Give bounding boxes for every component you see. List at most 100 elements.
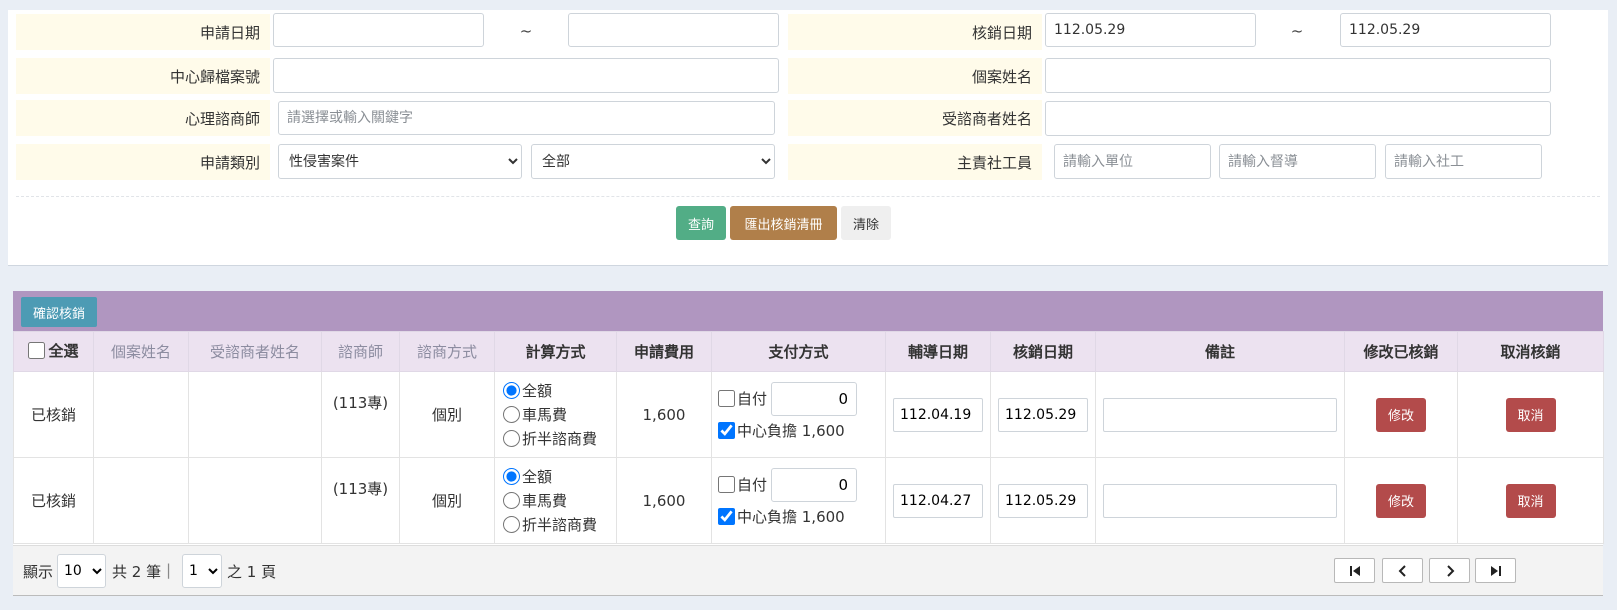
writeoff-table: 全選 個案姓名 受諮商者姓名 諮商師 諮商方式 計算方式 申請費用 支付方式 輔… xyxy=(13,331,1604,544)
export-writeoff-button[interactable]: 匯出核銷清冊 xyxy=(730,206,837,240)
calc-option-half[interactable]: 折半諮商費 xyxy=(503,427,616,451)
center-pay-checkbox[interactable] xyxy=(718,508,735,525)
calc-radio-full[interactable] xyxy=(503,468,520,485)
page-number-select[interactable]: 1 xyxy=(182,554,222,588)
writeoff-date-label: 核銷日期 xyxy=(788,14,1042,50)
counsel-date-input[interactable] xyxy=(893,483,983,518)
case-name-input[interactable] xyxy=(1045,58,1551,93)
self-pay-label: 自付 xyxy=(737,390,768,408)
supervisor-input[interactable] xyxy=(1219,144,1376,179)
select-all-checkbox-label[interactable]: 全選 xyxy=(28,340,79,361)
center-pay-label: 中心負擔 1,600 xyxy=(737,508,845,526)
calc-radio-full[interactable] xyxy=(503,382,520,399)
result-toolbar: 確認核銷 xyxy=(13,291,1603,331)
client-name-input[interactable] xyxy=(1045,101,1551,136)
select-all-checkbox[interactable] xyxy=(28,342,46,359)
col-counselor: 諮商師 xyxy=(321,331,400,372)
chevron-left-icon xyxy=(1398,564,1406,577)
col-cancel: 取消核銷 xyxy=(1457,331,1604,372)
row-fee: 1,600 xyxy=(616,457,712,544)
row-counsel-date-cell xyxy=(885,457,991,544)
page-size-select[interactable]: 10 xyxy=(57,554,106,588)
calc-radio-travel[interactable] xyxy=(503,406,520,423)
select-all-text: 全選 xyxy=(48,342,79,360)
self-pay-checkbox[interactable] xyxy=(718,390,735,407)
calc-radio-travel[interactable] xyxy=(503,492,520,509)
col-calc: 計算方式 xyxy=(494,331,617,372)
counsel-date-input[interactable] xyxy=(893,397,983,432)
next-page-button[interactable] xyxy=(1429,558,1470,583)
pager-show-label: 顯示 xyxy=(23,563,54,581)
writeoff-date-input[interactable] xyxy=(998,483,1088,518)
row-note-cell xyxy=(1095,371,1345,458)
row-counselor: (113專) xyxy=(321,371,400,458)
writeoff-date-from-input[interactable] xyxy=(1045,13,1256,47)
pager-separator: | xyxy=(166,561,172,579)
calc-radio-half[interactable] xyxy=(503,516,520,533)
last-page-button[interactable] xyxy=(1475,558,1516,583)
cancel-writeoff-button[interactable]: 取消 xyxy=(1505,483,1556,518)
row-status: 已核銷 xyxy=(13,457,94,544)
table-row: 已核銷 (113專) 個別 全額 車馬費 折半諮商費 1,600 自付 0 中心… xyxy=(13,371,1604,458)
col-method: 諮商方式 xyxy=(399,331,495,372)
apply-type-label: 申請類別 xyxy=(16,144,270,180)
apply-date-to-input[interactable] xyxy=(568,13,779,47)
modify-button[interactable]: 修改 xyxy=(1376,397,1426,432)
apply-type-select[interactable]: 性侵害案件 xyxy=(278,144,522,179)
clear-button[interactable]: 清除 xyxy=(841,206,891,240)
self-pay-amount-input[interactable] xyxy=(771,381,858,416)
calc-option-half[interactable]: 折半諮商費 xyxy=(503,513,616,537)
calc-radio-half[interactable] xyxy=(503,430,520,447)
center-pay-checkbox[interactable] xyxy=(718,422,735,439)
row-counsel-date-cell xyxy=(885,371,991,458)
row-modify-cell: 修改 xyxy=(1344,371,1458,458)
row-client-name xyxy=(188,371,322,458)
row-method: 個別 xyxy=(399,371,495,458)
col-case-name: 個案姓名 xyxy=(93,331,189,372)
client-name-label: 受諮商者姓名 xyxy=(788,100,1042,136)
self-pay-amount-input[interactable] xyxy=(771,467,858,502)
row-writeoff-date-cell xyxy=(990,457,1096,544)
apply-date-from-input[interactable] xyxy=(273,13,484,47)
row-case-name xyxy=(93,371,189,458)
col-payment: 支付方式 xyxy=(711,331,886,372)
apply-date-label: 申請日期 xyxy=(16,14,270,50)
chevron-right-icon xyxy=(1446,564,1454,577)
calc-option-travel[interactable]: 車馬費 xyxy=(503,489,616,513)
row-method: 個別 xyxy=(399,457,495,544)
last-page-icon xyxy=(1490,565,1501,576)
first-page-icon xyxy=(1349,565,1360,576)
case-no-input[interactable] xyxy=(273,58,779,93)
table-row: 已核銷 (113專) 個別 全額 車馬費 折半諮商費 1,600 自付 0 中心… xyxy=(13,457,1604,544)
counselor-search-input[interactable] xyxy=(278,101,775,135)
first-page-button[interactable] xyxy=(1334,558,1375,583)
writeoff-date-to-input[interactable] xyxy=(1340,13,1551,47)
col-writeoff-date: 核銷日期 xyxy=(990,331,1096,372)
apply-subtype-select[interactable]: 全部 xyxy=(531,144,775,179)
center-pay-label: 中心負擔 1,600 xyxy=(737,422,845,440)
row-modify-cell: 修改 xyxy=(1344,457,1458,544)
row-case-name xyxy=(93,457,189,544)
social-worker-input[interactable] xyxy=(1385,144,1542,179)
prev-page-button[interactable] xyxy=(1382,558,1423,583)
note-input[interactable] xyxy=(1103,397,1337,432)
apply-date-separator: ~ xyxy=(519,22,533,40)
calc-option-full[interactable]: 全額 xyxy=(503,465,616,489)
pagination-bar: 顯示 10 共 2 筆 | 1 之 1 頁 xyxy=(13,545,1603,595)
col-modify: 修改已核銷 xyxy=(1344,331,1458,372)
pager-pages-text: 之 1 頁 xyxy=(227,563,277,581)
calc-option-full[interactable]: 全額 xyxy=(503,379,616,403)
self-pay-checkbox[interactable] xyxy=(718,476,735,493)
col-client-name: 受諮商者姓名 xyxy=(188,331,322,372)
query-button[interactable]: 查詢 xyxy=(676,206,726,240)
writeoff-date-input[interactable] xyxy=(998,397,1088,432)
confirm-writeoff-button[interactable]: 確認核銷 xyxy=(21,297,97,327)
note-input[interactable] xyxy=(1103,483,1337,518)
unit-input[interactable] xyxy=(1054,144,1211,179)
row-note-cell xyxy=(1095,457,1345,544)
cancel-writeoff-button[interactable]: 取消 xyxy=(1505,397,1556,432)
case-no-label: 中心歸檔案號 xyxy=(16,58,270,94)
modify-button[interactable]: 修改 xyxy=(1376,483,1426,518)
calc-option-travel[interactable]: 車馬費 xyxy=(503,403,616,427)
col-fee: 申請費用 xyxy=(616,331,712,372)
